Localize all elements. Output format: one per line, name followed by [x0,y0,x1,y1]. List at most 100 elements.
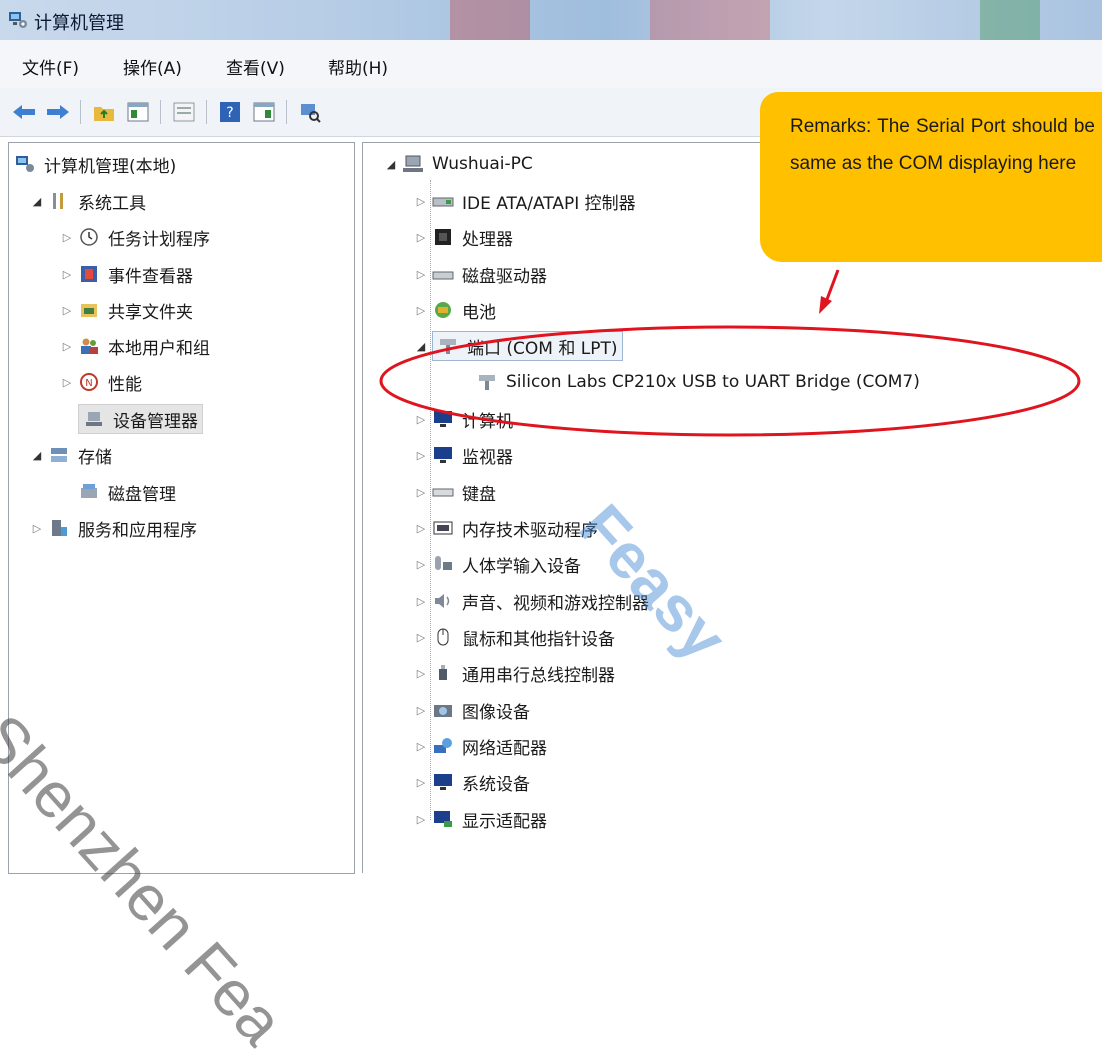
collapse-arrow-icon[interactable]: ▷ [414,776,428,789]
collapse-arrow-icon[interactable]: ▷ [60,376,74,389]
menu-view[interactable]: 查看(V) [226,54,285,79]
camera-icon [432,699,454,721]
collapse-arrow-icon[interactable]: ▷ [30,522,44,535]
tree-item-local-users[interactable]: ▷ 本地用户和组 [60,331,210,361]
device-category-processor[interactable]: ▷ 处理器 [414,222,513,252]
device-category-mouse[interactable]: ▷ 鼠标和其他指针设备 [414,622,615,652]
expand-arrow-icon[interactable]: ◢ [384,158,398,171]
device-category-battery[interactable]: ▷ 电池 [414,295,496,325]
device-category-disk-drives[interactable]: ▷ 磁盘驱动器 [414,259,547,289]
services-icon [48,517,70,539]
expand-arrow-icon[interactable]: ◢ [30,195,44,208]
mouse-icon [432,626,454,648]
collapse-arrow-icon[interactable]: ▷ [414,740,428,753]
clock-icon [78,226,100,248]
help-button[interactable]: ? [216,98,244,126]
device-category-usb[interactable]: ▷ 通用串行总线控制器 [414,658,615,688]
network-adapter-icon [432,735,454,757]
back-arrow-icon [13,105,35,119]
device-category-label: 电池 [462,302,496,323]
performance-icon: N [78,371,100,393]
device-category-ports[interactable]: ◢ 端口 (COM 和 LPT) [414,331,623,361]
collapse-arrow-icon[interactable]: ▷ [60,231,74,244]
collapse-arrow-icon[interactable]: ▷ [414,195,428,208]
device-category-keyboard[interactable]: ▷ 键盘 [414,477,496,507]
collapse-arrow-icon[interactable]: ▷ [414,231,428,244]
tree-item-shared-folders[interactable]: ▷ 共享文件夹 [60,295,193,325]
collapse-arrow-icon[interactable]: ▷ [414,268,428,281]
port-icon [437,335,459,357]
port-device-item[interactable]: Silicon Labs CP210x USB to UART Bridge (… [476,367,920,397]
device-tree-root[interactable]: ◢ Wushuai-PC [384,149,533,179]
collapse-arrow-icon[interactable]: ▷ [60,340,74,353]
computer-icon [402,153,424,175]
processor-icon [432,226,454,248]
tree-item-event-viewer[interactable]: ▷ 事件查看器 [60,259,193,289]
menu-help[interactable]: 帮助(H) [328,54,388,79]
tools-icon [48,190,70,212]
forward-button[interactable] [44,98,72,126]
title-bar[interactable]: 计算机管理 [0,0,1102,40]
collapse-arrow-icon[interactable]: ▷ [414,667,428,680]
tree-item-computer-management[interactable]: 计算机管理(本地) [14,149,176,179]
collapse-arrow-icon[interactable]: ▷ [414,558,428,571]
device-category-label: 磁盘驱动器 [462,266,547,287]
collapse-arrow-icon[interactable]: ▷ [414,486,428,499]
memory-device-icon [432,517,454,539]
port-icon [476,371,498,393]
monitor-icon [432,444,454,466]
device-category-hid[interactable]: ▷ 人体学输入设备 [414,549,581,579]
device-category-sound[interactable]: ▷ 声音、视频和游戏控制器 [414,586,649,616]
back-button[interactable] [10,98,38,126]
collapse-arrow-icon[interactable]: ▷ [414,704,428,717]
collapse-arrow-icon[interactable]: ▷ [60,268,74,281]
expand-arrow-icon[interactable]: ◢ [30,449,44,462]
tree-item-storage[interactable]: ◢ 存储 [30,440,112,470]
disk-drive-icon [432,263,454,285]
disk-management-icon [78,481,100,503]
shared-folder-icon [78,299,100,321]
tree-item-services-apps[interactable]: ▷ 服务和应用程序 [30,513,197,543]
device-category-display[interactable]: ▷ 显示适配器 [414,804,547,834]
device-category-label: 键盘 [462,484,496,505]
device-category-monitors[interactable]: ▷ 监视器 [414,440,513,470]
tree-item-task-scheduler[interactable]: ▷ 任务计划程序 [60,222,210,252]
tree-item-system-tools[interactable]: ◢ 系统工具 [30,186,146,216]
tree-item-device-manager[interactable]: 设备管理器 [78,404,203,434]
device-category-computer[interactable]: ▷ 计算机 [414,404,513,434]
collapse-arrow-icon[interactable]: ▷ [414,813,428,826]
help-icon: ? [220,102,240,122]
device-category-label: IDE ATA/ATAPI 控制器 [462,193,636,214]
console-tree-icon [127,102,149,122]
menu-action[interactable]: 操作(A) [123,54,182,79]
device-category-ide[interactable]: ▷ IDE ATA/ATAPI 控制器 [414,186,636,216]
tree-item-performance[interactable]: ▷ N 性能 [60,367,142,397]
collapse-arrow-icon[interactable]: ▷ [414,522,428,535]
device-category-system[interactable]: ▷ 系统设备 [414,767,530,797]
monitor-icon [432,771,454,793]
up-level-button[interactable] [90,98,118,126]
properties-button[interactable] [170,98,198,126]
menu-file[interactable]: 文件(F) [22,54,79,79]
expand-arrow-icon[interactable]: ◢ [414,340,428,353]
port-device-label: Silicon Labs CP210x USB to UART Bridge (… [506,372,920,392]
toolbar-separator [286,100,287,124]
action-pane-button[interactable] [250,98,278,126]
collapse-arrow-icon[interactable]: ▷ [414,631,428,644]
collapse-arrow-icon[interactable]: ▷ [60,304,74,317]
toolbar-separator [160,100,161,124]
scan-hardware-button[interactable] [296,98,324,126]
collapse-arrow-icon[interactable]: ▷ [414,304,428,317]
tree-item-disk-management[interactable]: 磁盘管理 [78,477,176,507]
collapse-arrow-icon[interactable]: ▷ [414,595,428,608]
show-hide-tree-button[interactable] [124,98,152,126]
device-category-imaging[interactable]: ▷ 图像设备 [414,695,530,725]
device-category-label: 网络适配器 [462,738,547,759]
computer-name: Wushuai-PC [432,154,533,174]
tree-item-label: 性能 [108,374,142,395]
device-category-memory-tech[interactable]: ▷ 内存技术驱动程序 [414,513,598,543]
collapse-arrow-icon[interactable]: ▷ [414,413,428,426]
collapse-arrow-icon[interactable]: ▷ [414,449,428,462]
device-category-network[interactable]: ▷ 网络适配器 [414,731,547,761]
title-bar-decoration [450,0,530,40]
